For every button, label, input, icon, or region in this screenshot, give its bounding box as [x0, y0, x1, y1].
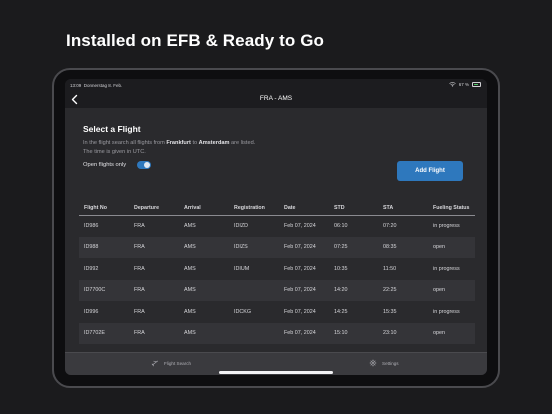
table-cell: ID7700C [79, 279, 129, 301]
table-cell: 07:20 [383, 223, 397, 229]
tab-settings[interactable]: Settings [369, 359, 399, 367]
table-cell: ID992 [84, 265, 99, 272]
table-header-row: Flight No Departure Arrival Registration Dat… [79, 203, 475, 216]
section-title: Select a Flight [83, 124, 141, 134]
table-cell: AMS [179, 322, 229, 344]
status-right: 67 % [449, 82, 481, 87]
battery-percent: 67 % [458, 82, 469, 87]
table-cell: in progress [433, 265, 460, 272]
column-header: STA [378, 203, 428, 216]
battery-icon [472, 82, 481, 87]
table-cell: FRA [129, 322, 179, 344]
navigation-bar: FRA - AMS [65, 91, 487, 108]
tab-flight-search-label: Flight Search [164, 360, 192, 366]
toggle-knob [144, 161, 151, 168]
table-cell: Feb 07, 2024 [279, 279, 329, 301]
table-cell: Feb 07, 2024 [279, 236, 329, 258]
table-cell: FRA [134, 265, 145, 272]
app-screen: 13:09 Donnerstag 8. Feb. 67 % FRA - AMS … [65, 79, 487, 375]
table-cell: IDCKG [234, 308, 252, 315]
flight-selection-panel: Select a Flight In the flight search all… [65, 108, 487, 352]
table-cell: FRA [129, 279, 179, 301]
column-header: Date [279, 203, 329, 216]
status-bar: 13:09 Donnerstag 8. Feb. 67 % [65, 79, 487, 91]
airplane-icon [151, 360, 158, 367]
column-header: Fueling Status [428, 203, 475, 216]
section-description: In the flight search all flights from Fr… [83, 140, 256, 155]
table-cell: Feb 07, 2024 [284, 223, 316, 229]
column-header: Departure [129, 203, 179, 216]
column-header: STD [329, 203, 378, 216]
table-cell: 06:10 [334, 223, 348, 229]
battery-level [473, 83, 479, 86]
table-cell: Feb 07, 2024 [284, 308, 316, 315]
wifi-icon [449, 82, 456, 87]
column-header: Flight No [79, 203, 129, 216]
table-cell: ID986 [84, 223, 99, 229]
table-cell: in progress [433, 308, 460, 315]
table-row[interactable]: ID7700C FRA AMS Feb 07, 2024 14:20 22:25 open [79, 279, 475, 301]
table-cell: 07:25 [329, 236, 378, 258]
home-indicator[interactable] [219, 371, 333, 374]
route-title: FRA - AMS [259, 95, 293, 102]
table-cell: FRA [134, 308, 145, 315]
flights-table: Flight No Departure Arrival Registration Dat… [79, 203, 475, 344]
table-cell: 22:25 [378, 279, 428, 301]
table-cell: 14:25 [334, 308, 348, 315]
table-row[interactable]: ID986 FRA AMS IDIZD Feb 07, 2024 06:10 07:20 in… [79, 215, 475, 237]
table-cell: ID988 [79, 236, 129, 258]
table-cell [229, 322, 279, 344]
table-cell: 15:35 [383, 308, 397, 315]
table-cell: 08:35 [378, 236, 428, 258]
open-flights-toggle[interactable] [137, 161, 151, 169]
table-cell: IDIZS [229, 236, 279, 258]
table-cell: 11:50 [383, 265, 397, 272]
table-cell [229, 279, 279, 301]
table-cell: ID7702E [79, 322, 129, 344]
table-cell: Feb 07, 2024 [284, 265, 316, 272]
column-header: Arrival [179, 203, 229, 216]
table-cell: open [428, 236, 475, 258]
add-flight-button[interactable]: Add Flight [397, 161, 463, 181]
gear-icon [369, 359, 377, 367]
status-time: 13:09 Donnerstag 8. Feb. [70, 83, 123, 88]
tab-bar: Flight Search Settings [65, 352, 487, 375]
table-cell: open [428, 322, 475, 344]
table-cell: AMS [184, 265, 196, 272]
table-cell: FRA [134, 223, 145, 229]
table-cell: AMS [179, 279, 229, 301]
table-cell: IDIUM [234, 265, 250, 272]
tab-flight-search[interactable]: Flight Search [151, 359, 191, 367]
table-cell: IDIZD [234, 223, 249, 229]
table-cell: ID996 [84, 308, 99, 315]
table-row[interactable]: ID992 FRA AMS IDIUM Feb 07, 2024 10:35 11:50 in… [79, 258, 475, 280]
table-cell: 23:10 [378, 322, 428, 344]
table-cell: AMS [184, 308, 196, 315]
table-row[interactable]: ID7702E FRA AMS Feb 07, 2024 15:10 23:10 open [79, 322, 475, 344]
table-cell: 14:20 [329, 279, 378, 301]
column-header: Registration [229, 203, 279, 216]
table-cell: 15:10 [329, 322, 378, 344]
table-cell: AMS [184, 223, 196, 229]
table-cell: FRA [129, 236, 179, 258]
table-cell: in progress [433, 223, 460, 229]
table-cell: open [428, 279, 475, 301]
table-row[interactable]: ID996 FRA AMS IDCKG Feb 07, 2024 14:25 15:35 in… [79, 301, 475, 323]
table-row[interactable]: ID988 FRA AMS IDIZS Feb 07, 2024 07:25 08:35 op… [79, 236, 475, 258]
table-cell: Feb 07, 2024 [279, 322, 329, 344]
open-flights-label: Open flights only [83, 162, 127, 168]
table-cell: 10:35 [334, 265, 348, 272]
table-cell: AMS [179, 236, 229, 258]
marketing-headline: Installed on EFB & Ready to Go [66, 31, 325, 50]
origin-city: Frankfurt [166, 140, 191, 146]
destination-city: Amsterdam [198, 140, 230, 146]
tab-settings-label: Settings [382, 360, 399, 366]
